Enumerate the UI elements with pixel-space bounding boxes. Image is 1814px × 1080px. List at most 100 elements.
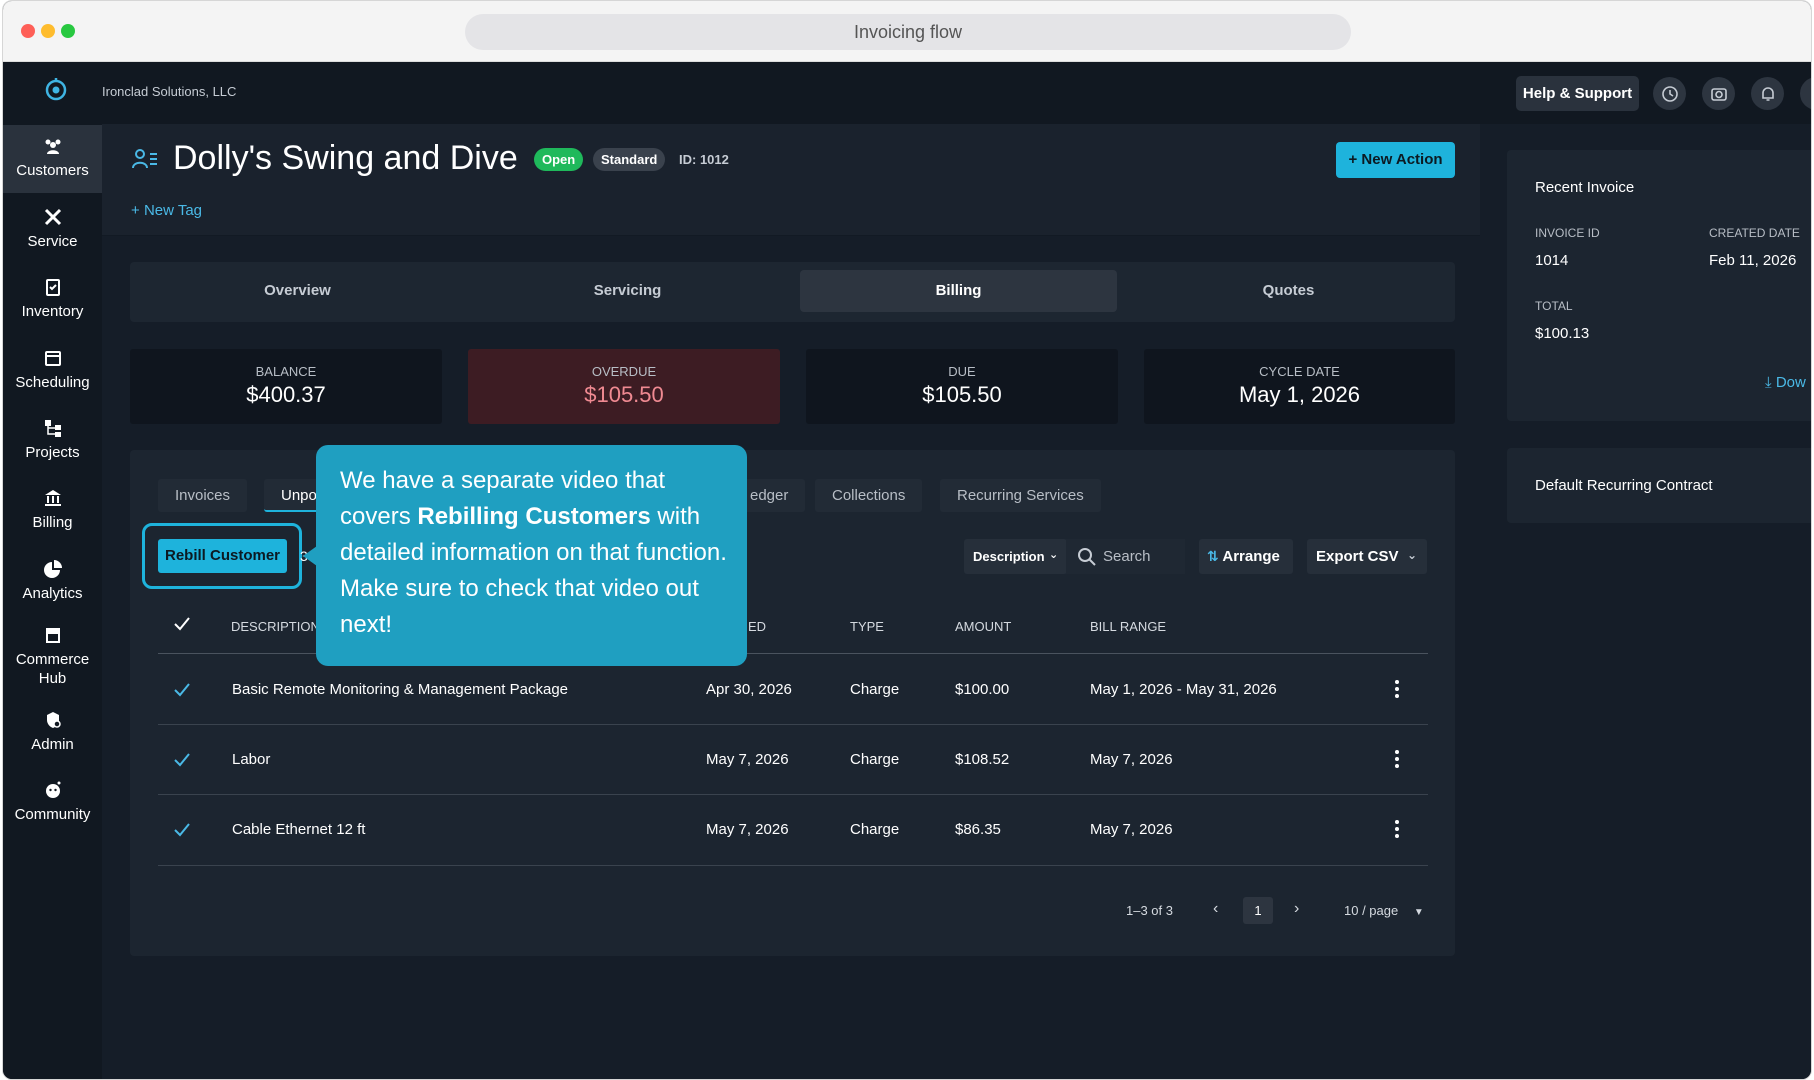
row-amount: $108.52 [955,751,1010,768]
subtab-recurring-services[interactable]: Recurring Services [940,479,1101,512]
sidebar-item-customers[interactable]: Customers [3,125,102,193]
sidebar-item-label: Admin [31,736,74,753]
status-badge: Open [534,148,584,171]
tab-quotes[interactable]: Quotes [1131,270,1446,312]
caret-down-icon: ▼ [1413,907,1424,918]
new-tag-button[interactable]: + New Tag [131,202,202,219]
row-checkbox[interactable] [173,821,191,839]
sidebar-item-admin[interactable]: Admin [3,699,102,767]
recent-invoice-title: Recent Invoice [1535,179,1635,196]
sidebar-item-label: Commerce Hub [15,651,90,687]
row-amount: $86.35 [955,821,1001,838]
callout-pointer [303,546,317,566]
created-date-value: Feb 11, 2026 [1709,252,1797,269]
help-support-button[interactable]: Help & Support [1516,76,1639,111]
bell-icon[interactable] [1751,77,1784,110]
tutorial-callout: We have a separate video that covers Reb… [316,445,747,666]
due-card: DUE $105.50 [806,349,1118,424]
row-description: Cable Ethernet 12 ft [232,821,366,838]
pagination-range: 1–3 of 3 [1126,903,1173,918]
history-icon[interactable] [1653,77,1686,110]
row-type: Charge [850,681,900,698]
row-checkbox[interactable] [173,681,191,699]
col-date[interactable]: ED [748,619,766,634]
sidebar-item-label: Billing [32,514,73,531]
minimize-window-button[interactable] [41,24,55,38]
company-name: Ironclad Solutions, LLC [102,84,237,99]
col-type[interactable]: TYPE [850,619,884,634]
more-options-icon[interactable] [1395,820,1399,838]
tab-overview[interactable]: Overview [140,270,455,312]
search-input[interactable]: Search [1066,539,1185,574]
more-options-icon[interactable] [1395,680,1399,698]
grid-icon[interactable] [1800,77,1811,110]
community-icon [45,781,60,798]
chevron-right-icon[interactable]: › [1294,900,1299,918]
export-csv-button[interactable]: Export CSV ⌄ [1307,539,1427,574]
page-title: Dolly's Swing and Dive [173,139,518,177]
sidebar-item-service[interactable]: Service [3,196,102,264]
sidebar-item-label: Projects [25,444,80,461]
row-bill-range: May 7, 2026 [1090,751,1173,768]
row-type: Charge [850,751,900,768]
select-all-checkbox[interactable] [173,615,191,633]
clipboard-icon [45,279,60,296]
filter-field-select[interactable]: Description ⌄ [964,539,1067,574]
row-amount: $100.00 [955,681,1010,698]
admin-shield-icon [46,712,61,728]
sidebar-item-billing[interactable]: Billing [3,477,102,545]
col-amount[interactable]: AMOUNT [955,619,1011,634]
app-topbar: Ironclad Solutions, LLC Help & Support [3,62,1811,124]
chevron-left-icon[interactable]: ‹ [1213,900,1218,918]
row-date: May 7, 2026 [706,821,789,838]
subtab-collections[interactable]: Collections [815,479,923,512]
col-bill-range[interactable]: BILL RANGE [1090,619,1166,634]
sidebar-item-label: Inventory [21,303,84,320]
tab-servicing[interactable]: Servicing [470,270,785,312]
new-action-button[interactable]: + New Action [1336,142,1455,178]
page-number-button[interactable]: 1 [1243,897,1273,924]
sidebar-nav: Customers Service Inventory Scheduling P… [3,124,102,1079]
sidebar-item-community[interactable]: Community [3,769,102,837]
sidebar-item-projects[interactable]: Projects [3,407,102,475]
camera-icon[interactable] [1702,77,1735,110]
invoice-id-label: INVOICE ID [1535,226,1600,240]
customer-icon [132,149,157,169]
sidebar-item-scheduling[interactable]: Scheduling [3,337,102,405]
tools-icon [44,208,61,226]
plus-icon: + [131,202,144,219]
customer-id: ID: 1012 [679,152,729,167]
invoice-id-value: 1014 [1535,252,1569,269]
chevron-down-icon: ⌄ [1049,549,1059,561]
tab-billing[interactable]: Billing [800,270,1117,312]
row-date: May 7, 2026 [706,751,789,768]
browser-titlebar: Invoicing flow [3,1,1811,62]
col-description[interactable]: DESCRIPTION [231,619,320,634]
calendar-icon [44,351,61,366]
more-options-icon[interactable] [1395,750,1399,768]
row-checkbox[interactable] [173,751,191,769]
arrange-button[interactable]: ⇅ Arrange [1199,539,1293,574]
sidebar-item-analytics[interactable]: Analytics [3,548,102,616]
arrange-icon: ⇅ [1207,548,1219,564]
row-description: Basic Remote Monitoring & Management Pac… [232,681,569,698]
rebill-customer-button[interactable]: Rebill Customer [158,539,287,573]
subtab-invoices[interactable]: Invoices [158,479,248,512]
sidebar-item-inventory[interactable]: Inventory [3,266,102,334]
row-bill-range: May 1, 2026 - May 31, 2026 [1090,681,1277,698]
download-icon: ⤓ [1765,374,1776,391]
close-window-button[interactable] [21,24,35,38]
sidebar-item-label: Service [27,233,78,250]
balance-card: BALANCE $400.37 [130,349,442,424]
overdue-card: OVERDUE $105.50 [468,349,780,424]
store-icon [45,628,60,643]
download-invoice-link[interactable]: ⤓ Dow [1765,374,1806,391]
per-page-select[interactable]: 10 / page ▼ [1344,903,1424,918]
row-description: Labor [232,751,271,768]
sidebar-item-commerce-hub[interactable]: Commerce Hub [3,614,102,694]
sidebar-item-label: Customers [16,162,89,179]
address-bar[interactable]: Invoicing flow [465,14,1351,50]
row-bill-range: May 7, 2026 [1090,821,1173,838]
app-logo-icon[interactable] [43,76,69,102]
maximize-window-button[interactable] [61,24,75,38]
